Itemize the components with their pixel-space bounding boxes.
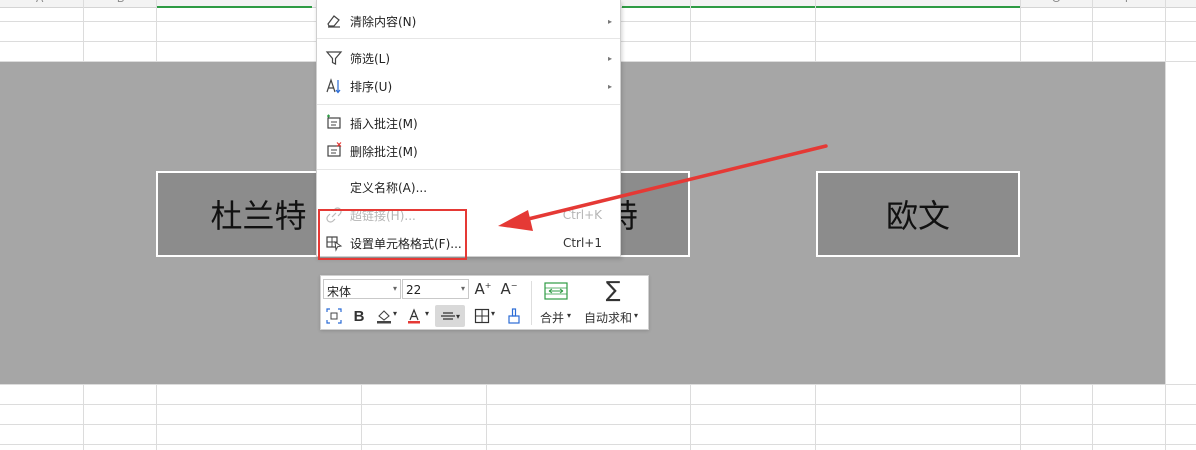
annotation-arrow-icon [498,144,828,231]
